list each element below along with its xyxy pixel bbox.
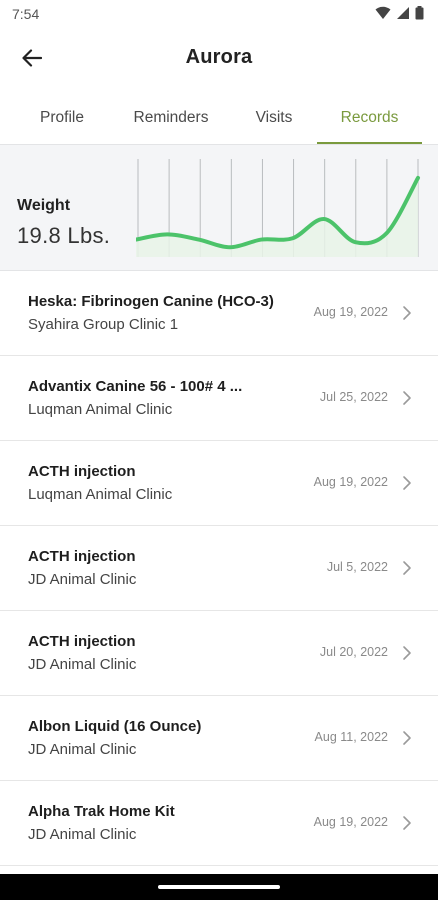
- chevron-right-icon: [401, 815, 413, 831]
- status-bar: 7:54: [0, 0, 438, 30]
- record-row[interactable]: ACTH injection JD Animal Clinic Jul 20, 20…: [0, 611, 438, 696]
- tab-visits[interactable]: Visits: [236, 100, 312, 144]
- record-row[interactable]: Heska: Fibrinogen Canine (HCO-3) Syahira …: [0, 271, 438, 356]
- tab-records[interactable]: Records: [317, 100, 422, 144]
- record-date: Jul 25, 2022: [319, 390, 388, 404]
- wifi-icon: [375, 6, 391, 25]
- tab-reminders[interactable]: Reminders: [118, 100, 224, 144]
- record-clinic: JD Animal Clinic: [28, 826, 137, 843]
- weight-panel[interactable]: Weight 19.8 Lbs.: [0, 144, 438, 271]
- record-date: Jul 5, 2022: [326, 560, 388, 574]
- record-clinic: Luqman Animal Clinic: [28, 486, 173, 503]
- record-row[interactable]: ACTH injection JD Animal Clinic Jul 5, 202…: [0, 526, 438, 611]
- record-row[interactable]: ACTH injection Luqman Animal Clinic Aug 19…: [0, 441, 438, 526]
- record-row[interactable]: Advantix Canine 56 - 100# 4 ... Luqman An…: [0, 356, 438, 441]
- record-row[interactable]: Albon Liquid (16 Ounce) JD Animal Clinic A…: [0, 696, 438, 781]
- record-date: Aug 19, 2022: [313, 305, 388, 319]
- status-icons: [375, 6, 424, 25]
- record-title: Heska: Fibrinogen Canine (HCO-3): [28, 293, 274, 310]
- weight-chart: [136, 159, 420, 257]
- record-clinic: JD Animal Clinic: [28, 741, 137, 758]
- record-title: Advantix Canine 56 - 100# 4 ...: [28, 378, 243, 395]
- home-indicator[interactable]: [158, 885, 280, 889]
- chevron-right-icon: [401, 305, 413, 321]
- chevron-right-icon: [401, 390, 413, 406]
- record-date: Aug 19, 2022: [313, 475, 388, 489]
- app-bar: Aurora: [0, 30, 438, 88]
- record-title: ACTH injection: [28, 548, 136, 565]
- record-date: Aug 11, 2022: [314, 730, 388, 744]
- chevron-right-icon: [401, 730, 413, 746]
- record-title: ACTH injection: [28, 633, 136, 650]
- record-clinic: Syahira Group Clinic 1: [28, 316, 179, 333]
- chevron-right-icon: [401, 645, 413, 661]
- chevron-right-icon: [401, 560, 413, 576]
- record-title: Alpha Trak Home Kit: [28, 803, 175, 820]
- chart-area-fill: [136, 177, 418, 257]
- weight-label: Weight: [17, 197, 71, 214]
- record-title: Albon Liquid (16 Ounce): [28, 718, 202, 735]
- chevron-right-icon: [401, 475, 413, 491]
- status-time: 7:54: [12, 6, 40, 22]
- system-nav-bar: [0, 874, 438, 900]
- battery-icon: [415, 6, 424, 25]
- record-title: ACTH injection: [28, 463, 136, 480]
- tab-profile[interactable]: Profile: [18, 100, 106, 144]
- record-clinic: JD Animal Clinic: [28, 571, 137, 588]
- record-row[interactable]: Alpha Trak Home Kit JD Animal Clinic Aug 1…: [0, 781, 438, 866]
- weight-value: 19.8 Lbs.: [17, 223, 111, 248]
- record-clinic: Luqman Animal Clinic: [28, 401, 173, 418]
- page-title: Aurora: [185, 46, 253, 68]
- tab-bar: Profile Reminders Visits Records: [0, 100, 438, 144]
- record-clinic: JD Animal Clinic: [28, 656, 137, 673]
- records-list: Heska: Fibrinogen Canine (HCO-3) Syahira …: [0, 271, 438, 866]
- record-date: Jul 20, 2022: [319, 645, 388, 659]
- chart-series-line: [136, 175, 420, 250]
- signal-icon: [396, 6, 410, 25]
- record-date: Aug 19, 2022: [313, 815, 388, 829]
